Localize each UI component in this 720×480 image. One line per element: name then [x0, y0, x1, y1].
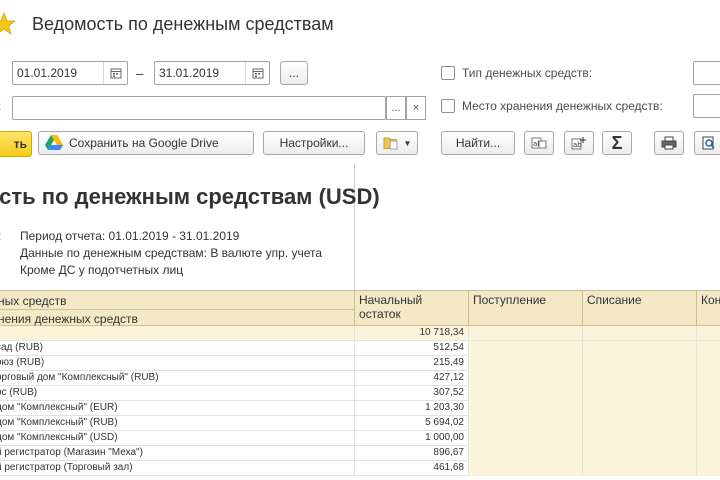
printer-icon: [661, 136, 677, 150]
find-button[interactable]: Найти...: [441, 131, 515, 155]
table-row: дом "Комплексный" (RUB) 5 694,02: [0, 416, 720, 431]
row-opening-balance: 307,52: [433, 387, 464, 398]
table-row: орговый дом "Комплексный" (RUB) 427,12: [0, 371, 720, 386]
row-opening-balance: 896,67: [433, 447, 464, 458]
row-opening-balance: 512,54: [433, 342, 464, 353]
table-row-total: 10 718,34: [0, 326, 720, 341]
organization-label: :: [0, 99, 1, 113]
report-options-icon: [383, 137, 397, 150]
table-row: сад (RUB) 512,54: [0, 341, 720, 356]
cash-type-field[interactable]: [693, 61, 720, 85]
table-row: ос (RUB) 307,52: [0, 386, 720, 401]
report-title: мость по денежным средствам (USD): [0, 184, 380, 209]
calendar-icon[interactable]: [245, 62, 269, 84]
row-name: ос (RUB): [0, 387, 38, 398]
table-row: дом "Комплексный" (EUR) 1 203,30: [0, 401, 720, 416]
report-table: ных средств нения денежных средств Начал…: [0, 290, 720, 480]
calendar-icon[interactable]: [103, 62, 127, 84]
total-opening-balance: 10 718,34: [419, 327, 465, 338]
row-opening-balance: 1 000,00: [425, 432, 464, 443]
row-opening-balance: 215,49: [433, 357, 464, 368]
report-cash-data: Данные по денежным средствам: В валюте у…: [20, 246, 323, 260]
row-opening-balance: 1 203,30: [425, 402, 464, 413]
storage-checkbox[interactable]: [441, 99, 455, 113]
organization-clear-button[interactable]: ×: [406, 96, 426, 120]
period-to-field[interactable]: 31.01.2019: [154, 61, 270, 85]
row-name: дом "Комплексный" (RUB): [0, 417, 118, 428]
print-preview-icon: [702, 136, 715, 150]
cash-type-checkbox[interactable]: [441, 66, 455, 80]
row-name: сад (RUB): [0, 342, 43, 353]
organization-field[interactable]: [12, 96, 386, 120]
header-cash-type: ных средств: [0, 294, 67, 308]
row-opening-balance: 427,12: [433, 372, 464, 383]
period-select-button[interactable]: ...: [280, 61, 308, 85]
table-header: ных средств нения денежных средств Начал…: [0, 290, 720, 327]
settings-button[interactable]: Настройки...: [263, 131, 365, 155]
storage-label: Место хранения денежных средств:: [462, 99, 663, 113]
header-receipts: Поступление: [468, 291, 582, 327]
row-name: й регистратор (Торговый зал): [0, 462, 133, 473]
sum-button[interactable]: Σ: [602, 131, 632, 155]
google-drive-icon: [45, 135, 63, 150]
header-storage-place: нения денежных средств: [0, 312, 138, 326]
header-opening-balance: Начальный остаток: [354, 291, 468, 327]
header-writeoffs: Списание: [582, 291, 696, 327]
period-dash: –: [136, 66, 144, 81]
title-bar: Ведомость по денежным средствам: [0, 0, 720, 52]
header-closing-balance: Конечный остаток: [696, 291, 720, 327]
expand-groups-button[interactable]: ab: [564, 131, 594, 155]
save-google-drive-button[interactable]: Сохранить на Google Drive: [38, 131, 254, 155]
svg-text:ab: ab: [573, 141, 582, 149]
find-next-button[interactable]: ab: [524, 131, 554, 155]
print-button[interactable]: [654, 131, 684, 155]
table-row: оюз (RUB) 215,49: [0, 356, 720, 371]
expand-icon: ab: [571, 137, 586, 150]
storage-field[interactable]: [693, 94, 720, 118]
report-column-divider: [354, 164, 355, 290]
table-row: й регистратор (Магазин "Меха") 896,67: [0, 446, 720, 461]
chevron-down-icon: ▼: [403, 138, 412, 148]
table-row: й регистратор (Торговый зал) 461,68: [0, 461, 720, 476]
row-name: дом "Комплексный" (USD): [0, 432, 118, 443]
row-name: дом "Комплексный" (EUR): [0, 402, 118, 413]
row-name: й регистратор (Магазин "Меха"): [0, 447, 143, 458]
row-opening-balance: 5 694,02: [425, 417, 464, 428]
organization-select-button[interactable]: ...: [386, 96, 406, 120]
search-text-icon: ab: [531, 137, 547, 149]
report-variants-button[interactable]: ▼: [376, 131, 418, 155]
cash-type-label: Тип денежных средств:: [462, 66, 593, 80]
favorite-star-icon[interactable]: [0, 12, 16, 36]
report-exclusion: Кроме ДС у подотчетных лиц: [20, 263, 184, 277]
preview-button[interactable]: [694, 131, 720, 155]
params-label: :: [0, 229, 1, 243]
row-name: оюз (RUB): [0, 357, 45, 368]
table-row: дом "Комплексный" (USD) 1 000,00: [0, 431, 720, 446]
save-google-drive-label: Сохранить на Google Drive: [69, 136, 219, 150]
period-to-value: 31.01.2019: [159, 66, 220, 80]
period-from-field[interactable]: 01.01.2019: [12, 61, 128, 85]
row-opening-balance: 461,68: [433, 462, 464, 473]
generate-report-button[interactable]: ть: [0, 131, 32, 157]
report-period: Период отчета: 01.01.2019 - 31.01.2019: [20, 229, 240, 243]
window-title: Ведомость по денежным средствам: [32, 14, 334, 34]
period-from-value: 01.01.2019: [17, 66, 78, 80]
row-name: орговый дом "Комплексный" (RUB): [0, 372, 159, 383]
